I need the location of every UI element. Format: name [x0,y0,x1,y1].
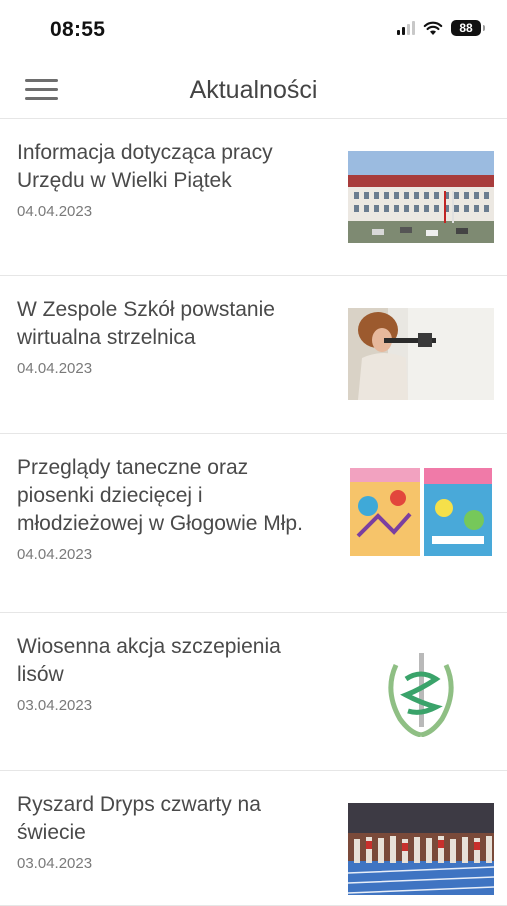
news-item[interactable]: Wiosenna akcja szczepienia lisów 03.04.2… [0,613,507,771]
status-icons: 88 [397,20,485,36]
signal-icon [397,21,415,35]
news-date: 03.04.2023 [17,697,93,714]
news-title: Wiosenna akcja szczepienia lisów [17,635,281,686]
app-header: Aktualności [0,62,507,119]
page-title: Aktualności [189,76,318,104]
news-item[interactable]: W Zespole Szkół powstanie wirtualna strz… [0,276,507,434]
news-item[interactable]: Przeglądy taneczne oraz piosenki dziecię… [0,434,507,613]
battery-icon: 88 [451,20,485,36]
wifi-icon [423,21,443,35]
news-title: W Zespole Szkół powstanie wirtualna strz… [17,298,275,349]
news-date: 03.04.2023 [17,855,93,872]
status-bar: 08:55 88 [0,0,507,62]
news-list: Informacja dotycząca pracy Urzędu w Wiel… [0,119,507,906]
news-item[interactable]: Ryszard Dryps czwarty na świecie 03.04.2… [0,771,507,906]
news-date: 04.04.2023 [17,360,93,377]
news-item[interactable]: Informacja dotycząca pracy Urzędu w Wiel… [0,119,507,276]
news-title: Informacja dotycząca pracy Urzędu w Wiel… [17,141,273,192]
news-title: Ryszard Dryps czwarty na świecie [17,793,261,844]
news-date: 04.04.2023 [17,203,93,220]
news-thumbnail [348,466,494,558]
news-thumbnail [348,308,494,400]
news-thumbnail [348,645,494,737]
status-time: 08:55 [50,18,106,41]
news-date: 04.04.2023 [17,546,93,563]
news-thumbnail [348,803,494,895]
news-thumbnail [348,151,494,243]
news-title: Przeglądy taneczne oraz piosenki dziecię… [17,456,303,535]
